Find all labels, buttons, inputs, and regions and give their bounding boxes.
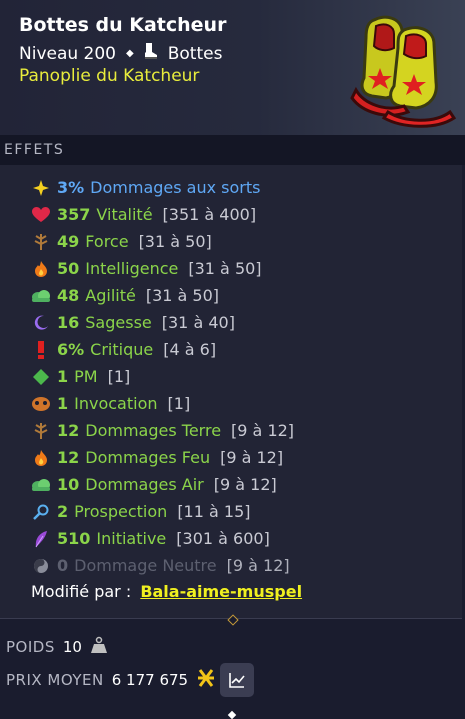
effect-range: [9 à 12] bbox=[231, 421, 295, 440]
effect-row: 16 Sagesse [31 à 40] bbox=[31, 309, 235, 336]
line-chart-icon bbox=[229, 673, 245, 688]
effect-row: 0 Dommage Neutre [9 à 12] bbox=[31, 552, 290, 579]
diamond-icon bbox=[31, 367, 51, 387]
effect-row: 50 Intelligence [31 à 50] bbox=[31, 255, 262, 282]
effect-name: Sagesse bbox=[85, 313, 152, 332]
magnifier-icon bbox=[31, 502, 51, 522]
effect-amount: 16 bbox=[57, 313, 80, 332]
item-name: Bottes du Katcheur bbox=[19, 14, 227, 36]
price-line: PRIX MOYEN 6 177 675 bbox=[6, 663, 255, 697]
effect-row: 3% Dommages aux sorts bbox=[31, 174, 261, 201]
effect-amount: 510 bbox=[57, 529, 91, 548]
effect-row: 510 Initiative [301 à 600] bbox=[31, 525, 270, 552]
effect-range: [301 à 600] bbox=[176, 529, 270, 548]
effect-row: 12 Dommages Feu [9 à 12] bbox=[31, 444, 283, 471]
effect-row: 1 PM [1] bbox=[31, 363, 130, 390]
invocation-icon bbox=[31, 394, 51, 414]
moon-icon bbox=[31, 313, 51, 333]
effect-range: [31 à 50] bbox=[145, 286, 220, 305]
effect-amount: 48 bbox=[57, 286, 80, 305]
effect-range: [4 à 6] bbox=[163, 340, 217, 359]
effect-amount: 357 bbox=[57, 205, 91, 224]
effect-range: [31 à 40] bbox=[161, 313, 235, 332]
effect-amount: 0 bbox=[57, 556, 69, 575]
effect-name: Critique bbox=[90, 340, 154, 359]
separator-diamond-icon: ◆ bbox=[126, 48, 134, 59]
item-level-line: Niveau 200 ◆ Bottes bbox=[19, 42, 222, 65]
effect-amount: 6% bbox=[57, 340, 85, 359]
effect-amount: 50 bbox=[57, 259, 80, 278]
effect-range: [9 à 12] bbox=[226, 556, 290, 575]
air-icon bbox=[31, 286, 51, 306]
effect-name: Initiative bbox=[96, 529, 167, 548]
effect-amount: 2 bbox=[57, 502, 69, 521]
effect-range: [1] bbox=[107, 367, 131, 386]
modified-by-label: Modifié par : bbox=[31, 582, 132, 601]
effect-row: 357 Vitalité [351 à 400] bbox=[31, 201, 256, 228]
effect-name: Agilité bbox=[85, 286, 136, 305]
weight-label: POIDS bbox=[6, 638, 55, 656]
effect-name: Dommages Terre bbox=[85, 421, 222, 440]
fire-icon bbox=[31, 448, 51, 468]
effect-range: [9 à 12] bbox=[220, 448, 284, 467]
effect-name: Intelligence bbox=[85, 259, 179, 278]
effect-row: 1 Invocation [1] bbox=[31, 390, 190, 417]
weight-value: 10 bbox=[62, 638, 82, 656]
effect-amount: 12 bbox=[57, 448, 80, 467]
exclamation-icon bbox=[31, 340, 51, 360]
weight-icon bbox=[90, 636, 108, 658]
air-icon bbox=[31, 475, 51, 495]
effect-range: [9 à 12] bbox=[213, 475, 277, 494]
effect-range: [11 à 15] bbox=[177, 502, 251, 521]
price-chart-button[interactable] bbox=[220, 663, 255, 697]
boot-icon bbox=[144, 42, 158, 65]
earth-icon bbox=[31, 421, 51, 441]
effect-amount: 49 bbox=[57, 232, 80, 251]
item-type: Bottes bbox=[167, 43, 223, 64]
effect-name: Dommage Neutre bbox=[74, 556, 217, 575]
effect-name: Vitalité bbox=[96, 205, 153, 224]
effect-range: [31 à 50] bbox=[188, 259, 262, 278]
effect-row: 2 Prospection [11 à 15] bbox=[31, 498, 251, 525]
neutral-icon bbox=[31, 556, 51, 576]
effect-name: Dommages aux sorts bbox=[90, 178, 261, 197]
effect-row: 10 Dommages Air [9 à 12] bbox=[31, 471, 277, 498]
effects-header-band bbox=[0, 135, 465, 165]
effects-title[interactable]: EFFETS bbox=[4, 142, 64, 158]
kama-icon bbox=[196, 668, 216, 692]
weight-line: POIDS 10 bbox=[6, 636, 108, 658]
effect-name: Prospection bbox=[74, 502, 168, 521]
fire-icon bbox=[31, 259, 51, 279]
effect-range: [351 à 400] bbox=[162, 205, 257, 224]
price-label: PRIX MOYEN bbox=[6, 671, 104, 689]
effect-amount: 10 bbox=[57, 475, 80, 494]
effect-row: 12 Dommages Terre [9 à 12] bbox=[31, 417, 294, 444]
item-image bbox=[350, 15, 457, 128]
effect-range: [31 à 50] bbox=[138, 232, 212, 251]
effect-amount: 12 bbox=[57, 421, 80, 440]
earth-icon bbox=[31, 232, 51, 252]
modified-by-line: Modifié par : Bala-aime-muspel bbox=[31, 582, 302, 601]
feather-icon bbox=[31, 529, 51, 549]
effect-amount: 3% bbox=[57, 178, 85, 197]
effect-row: 49 Force [31 à 50] bbox=[31, 228, 212, 255]
effect-row: 6% Critique [4 à 6] bbox=[31, 336, 216, 363]
effect-amount: 1 bbox=[57, 394, 69, 413]
bottom-ornament-icon bbox=[227, 710, 237, 719]
price-value: 6 177 675 bbox=[111, 671, 189, 689]
effect-row: 48 Agilité [31 à 50] bbox=[31, 282, 219, 309]
heart-icon bbox=[31, 205, 51, 225]
modified-by-link[interactable]: Bala-aime-muspel bbox=[140, 582, 302, 601]
effect-amount: 1 bbox=[57, 367, 69, 386]
sparkle-icon bbox=[31, 178, 51, 198]
effect-name: Force bbox=[85, 232, 129, 251]
effect-range: [1] bbox=[167, 394, 191, 413]
item-set-name[interactable]: Panoplie du Katcheur bbox=[19, 66, 199, 86]
effect-name: Dommages Air bbox=[85, 475, 204, 494]
item-level: Niveau 200 bbox=[19, 43, 117, 64]
effect-name: Invocation bbox=[74, 394, 158, 413]
effect-name: Dommages Feu bbox=[85, 448, 211, 467]
effect-name: PM bbox=[74, 367, 98, 386]
